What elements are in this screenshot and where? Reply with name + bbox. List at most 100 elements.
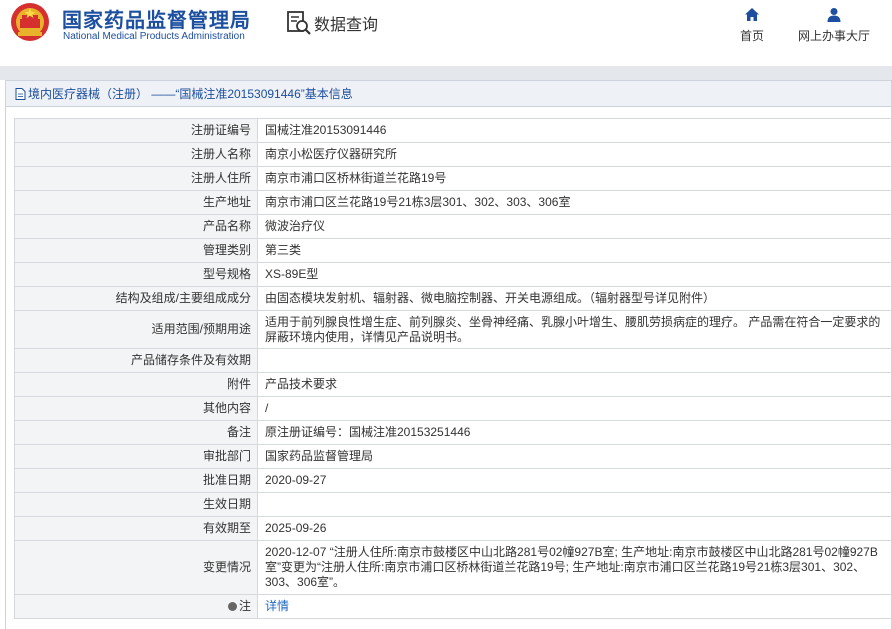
row-remarks: 备注 原注册证编号：国械注准20153251446 <box>14 420 892 445</box>
row-value: 适用于前列腺良性增生症、前列腺炎、坐骨神经痛、乳腺小叶增生、腰肌劳损病症的理疗。… <box>257 310 892 349</box>
nav-home[interactable]: 首页 <box>740 6 764 44</box>
row-value: / <box>257 396 892 421</box>
row-value-text: 第三类 <box>265 243 302 257</box>
row-label: 注册人住所 <box>14 166 258 191</box>
row-label-text: 其他内容 <box>202 401 251 415</box>
row-value-text: 南京市浦口区桥林街道兰花路19号 <box>265 171 447 185</box>
row-label: 适用范围/预期用途 <box>14 310 258 349</box>
row-value-text: 适用于前列腺良性增生症、前列腺炎、坐骨神经痛、乳腺小叶增生、腰肌劳损病症的理疗。… <box>265 314 881 344</box>
row-label: 生效日期 <box>14 492 258 517</box>
row-label-text: 产品名称 <box>202 219 251 233</box>
row-label-text: 附件 <box>226 377 251 391</box>
document-icon <box>15 87 26 100</box>
row-value-text: 原注册证编号：国械注准20153251446 <box>265 425 471 439</box>
row-label: 变更情况 <box>14 540 258 595</box>
row-label-text: 有效期至 <box>202 521 251 535</box>
row-label-text: 变更情况 <box>202 560 251 574</box>
row-value: 国家药品监督管理局 <box>257 444 892 469</box>
row-value: 2020-09-27 <box>257 468 892 493</box>
nav-home-label: 首页 <box>740 29 765 43</box>
row-label-text: 产品储存条件及有效期 <box>130 353 251 367</box>
row-registrant-address: 注册人住所 南京市浦口区桥林街道兰花路19号 <box>14 166 892 191</box>
row-value: 国械注准20153091446 <box>257 118 892 143</box>
row-label: 结构及组成/主要组成成分 <box>14 286 258 311</box>
nav-online-office[interactable]: 网上办事大厅 <box>798 6 870 44</box>
row-label: 备注 <box>14 420 258 445</box>
panel-title-text: 境内医疗器械（注册） ——“国械注准20153091446”基本信息 <box>28 87 353 101</box>
row-registrant-name: 注册人名称 南京小松医疗仪器研究所 <box>14 142 892 167</box>
row-label: 产品名称 <box>14 214 258 239</box>
row-value: 微波治疗仪 <box>257 214 892 239</box>
row-label-text: 批准日期 <box>202 473 251 487</box>
info-table: 注册证编号 国械注准20153091446 注册人名称 南京小松医疗仪器研究所 注册人住… <box>14 118 892 619</box>
row-production-address: 生产地址 南京市浦口区兰花路19号21栋3层301、302、303、306室 <box>14 190 892 215</box>
row-product-name: 产品名称 微波治疗仪 <box>14 214 892 239</box>
row-storage-validity: 产品储存条件及有效期 <box>14 348 892 373</box>
row-label-text: 注册证编号 <box>190 123 251 137</box>
row-label-text: 备注 <box>226 425 251 439</box>
nav-office-label: 网上办事大厅 <box>798 29 871 43</box>
row-value <box>257 492 892 517</box>
row-value <box>257 348 892 373</box>
row-value: 第三类 <box>257 238 892 263</box>
row-effective-date: 生效日期 <box>14 492 892 517</box>
row-label: 附件 <box>14 372 258 397</box>
row-label: 批准日期 <box>14 468 258 493</box>
row-registration-number: 注册证编号 国械注准20153091446 <box>14 118 892 143</box>
row-label-text: 型号规格 <box>202 267 251 281</box>
row-label-text: 生效日期 <box>202 497 251 511</box>
row-label: 管理类别 <box>14 238 258 263</box>
row-label-text: 注册人住所 <box>190 171 251 185</box>
data-query-label: 数据查询 <box>314 17 379 34</box>
header-divider <box>0 66 892 80</box>
row-value: 产品技术要求 <box>257 372 892 397</box>
row-value: 南京市浦口区桥林街道兰花路19号 <box>257 166 892 191</box>
row-value: 原注册证编号：国械注准20153251446 <box>257 420 892 445</box>
detail-panel: 境内医疗器械（注册） ——“国械注准20153091446”基本信息 注册证编号… <box>5 80 892 629</box>
row-value-text: 国械注准20153091446 <box>265 123 387 137</box>
national-emblem-icon <box>11 3 49 41</box>
row-label: 审批部门 <box>14 444 258 469</box>
brand-name-en: National Medical Products Administration <box>63 31 245 42</box>
row-model-spec: 型号规格 XS-89E型 <box>14 262 892 287</box>
row-label: 型号规格 <box>14 262 258 287</box>
row-label-text: 管理类别 <box>202 243 251 257</box>
row-structure-composition: 结构及组成/主要组成成分 由固态模块发射机、辐射器、微电脑控制器、开关电源组成。（… <box>14 286 892 311</box>
row-intended-use: 适用范围/预期用途 适用于前列腺良性增生症、前列腺炎、坐骨神经痛、乳腺小叶增生、腰… <box>14 310 892 349</box>
row-value-text: 南京小松医疗仪器研究所 <box>265 147 398 161</box>
row-label-text: 适用范围/预期用途 <box>151 322 251 336</box>
brand-name-cn: 国家药品监督管理局 <box>62 10 251 32</box>
row-label: 注 <box>14 594 258 619</box>
row-label: 产品储存条件及有效期 <box>14 348 258 373</box>
row-valid-until: 有效期至 2025-09-26 <box>14 516 892 541</box>
data-search-icon <box>287 11 311 35</box>
row-label: 注册证编号 <box>14 118 258 143</box>
row-value-text: 微波治疗仪 <box>265 219 326 233</box>
row-label: 注册人名称 <box>14 142 258 167</box>
row-value: XS-89E型 <box>257 262 892 287</box>
row-label: 有效期至 <box>14 516 258 541</box>
row-other-content: 其他内容 / <box>14 396 892 421</box>
row-value-text: 国家药品监督管理局 <box>265 449 374 463</box>
details-link[interactable]: 详情 <box>265 599 289 613</box>
row-value-text: XS-89E型 <box>265 267 319 281</box>
row-approval-department: 审批部门 国家药品监督管理局 <box>14 444 892 469</box>
row-label-text: 审批部门 <box>202 449 251 463</box>
user-icon <box>827 8 841 22</box>
row-label-text: 生产地址 <box>202 195 251 209</box>
row-value-text: 产品技术要求 <box>265 377 338 391</box>
row-value: 南京市浦口区兰花路19号21栋3层301、302、303、306室 <box>257 190 892 215</box>
row-label: 生产地址 <box>14 190 258 215</box>
row-value-text: 南京市浦口区兰花路19号21栋3层301、302、303、306室 <box>265 195 571 209</box>
row-label-text: 结构及组成/主要组成成分 <box>115 291 251 305</box>
row-label-text: 注册人名称 <box>190 147 251 161</box>
row-value-text: 2025-09-26 <box>265 521 327 535</box>
row-value-text: 由固态模块发射机、辐射器、微电脑控制器、开关电源组成。（辐射器型号详见附件） <box>265 291 716 305</box>
row-value: 详情 <box>257 594 892 619</box>
row-value-text: 2020-09-27 <box>265 473 327 487</box>
row-management-category: 管理类别 第三类 <box>14 238 892 263</box>
row-value-text: 2020-12-07 “注册人住所:南京市鼓楼区中山北路281号02幢927B室… <box>265 545 878 589</box>
row-note: 注详情 <box>14 594 892 619</box>
row-value: 南京小松医疗仪器研究所 <box>257 142 892 167</box>
data-query-link[interactable]: 数据查询 <box>286 10 378 36</box>
